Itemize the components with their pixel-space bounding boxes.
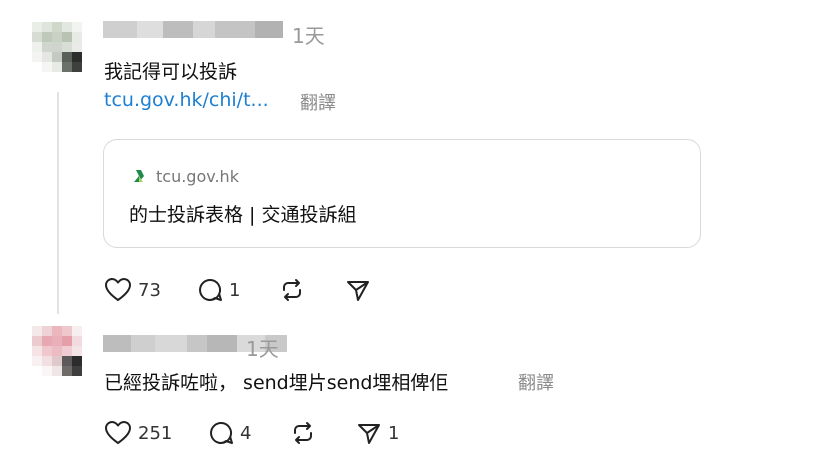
- reply-count: 4: [240, 422, 252, 444]
- share-count: 1: [388, 422, 400, 444]
- like-button[interactable]: 251: [104, 420, 172, 446]
- card-title: 的士投訴表格 | 交通投訴組: [129, 204, 357, 226]
- translate-button[interactable]: 翻譯: [300, 89, 336, 115]
- repost-icon: [283, 279, 301, 301]
- avatar[interactable]: [32, 326, 82, 376]
- link-preview-card[interactable]: tcu.gov.hk 的士投訴表格 | 交通投訴組: [103, 139, 701, 248]
- repost-button[interactable]: [279, 277, 305, 303]
- post-time: 1天: [292, 24, 325, 48]
- like-count: 251: [138, 422, 173, 444]
- repost-icon: [294, 422, 312, 444]
- share-icon: [347, 281, 369, 301]
- username-redacted[interactable]: [103, 21, 283, 38]
- reply-button[interactable]: 1: [197, 277, 240, 303]
- repost-button[interactable]: [290, 420, 316, 446]
- post-link[interactable]: tcu.gov.hk/chi/t...: [104, 89, 269, 111]
- heart-icon: [105, 421, 131, 444]
- like-count: 73: [138, 279, 161, 301]
- share-icon: [358, 424, 380, 444]
- reply-count: 1: [229, 279, 241, 301]
- comment-icon: [210, 421, 233, 444]
- like-button[interactable]: 73: [104, 277, 161, 303]
- card-domain: tcu.gov.hk: [156, 167, 239, 186]
- post-text: 已經投訴咗啦， send埋片send埋相俾佢: [104, 372, 449, 394]
- share-button[interactable]: [345, 277, 371, 303]
- reply-button[interactable]: 4: [208, 420, 251, 446]
- post-time: 1天: [246, 337, 279, 361]
- comment-icon: [199, 278, 222, 301]
- share-button[interactable]: 1: [356, 420, 399, 446]
- site-logo-icon: [134, 170, 144, 182]
- thread-line: [57, 92, 59, 314]
- avatar[interactable]: [32, 22, 82, 72]
- post-text: 我記得可以投訴: [104, 61, 238, 83]
- heart-icon: [105, 278, 131, 301]
- translate-button[interactable]: 翻譯: [518, 369, 554, 395]
